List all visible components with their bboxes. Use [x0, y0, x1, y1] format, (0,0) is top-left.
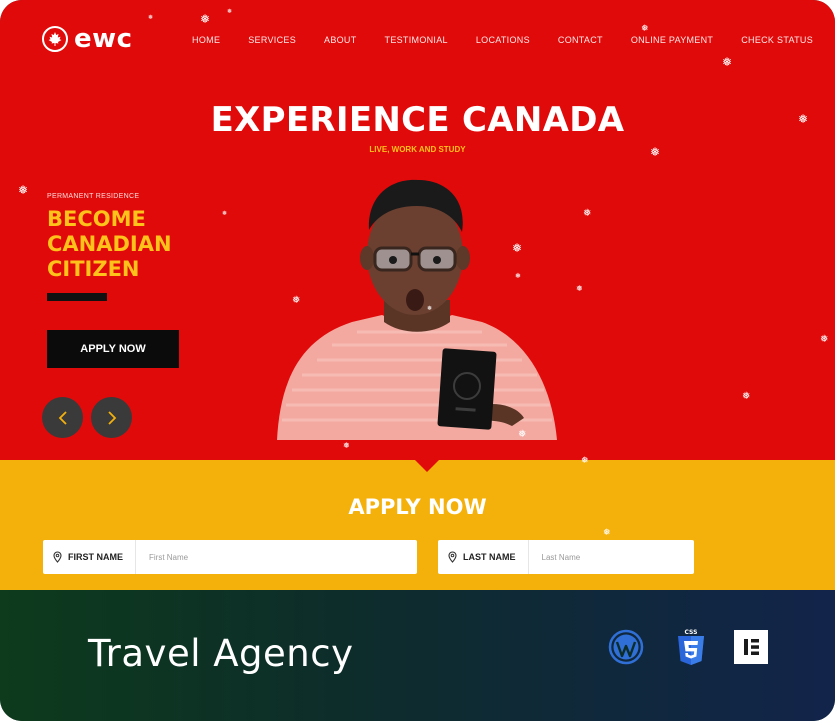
first-name-field: FIRST NAME	[43, 540, 417, 574]
nav-item-home[interactable]: HOME	[192, 35, 220, 45]
snowflake-icon: ❅	[576, 284, 583, 293]
snowflake-icon: ❅	[722, 55, 733, 69]
snowflake-icon: ❅	[650, 145, 661, 159]
logo[interactable]: ewc	[42, 24, 133, 54]
snowflake-icon: ❅	[512, 241, 523, 255]
last-name-label-text: LAST NAME	[463, 552, 516, 562]
nav-item-online-payment[interactable]: ONLINE PAYMENT	[631, 35, 713, 45]
apply-now-button[interactable]: APPLY NOW	[47, 330, 179, 368]
logo-text: ewc	[74, 24, 133, 54]
snowflake-icon: ❅	[292, 295, 301, 306]
css3-icon: CSS	[678, 629, 704, 665]
headline-underline	[47, 293, 107, 301]
first-name-input[interactable]	[136, 540, 417, 574]
section-notch	[415, 460, 439, 472]
nav-item-testimonial[interactable]: TESTIMONIAL	[385, 35, 448, 45]
page-frame: ewc HOME SERVICES ABOUT TESTIMONIAL LOCA…	[0, 0, 835, 721]
snowflake-icon: ❅	[515, 273, 521, 280]
first-name-label: FIRST NAME	[43, 540, 136, 574]
snowflake-icon: ❅	[603, 527, 611, 537]
slider-prev-button[interactable]	[42, 397, 83, 438]
slide-headline: BECOME CANADIAN CITIZEN	[47, 207, 247, 282]
form-title: APPLY NOW	[348, 495, 487, 519]
snowflake-icon: ❅	[200, 12, 211, 26]
map-pin-icon	[53, 551, 62, 563]
chevron-right-icon	[107, 410, 116, 425]
slide-eyebrow: PERMANENT RESIDENCE	[47, 193, 140, 200]
last-name-field: LAST NAME	[438, 540, 694, 574]
nav-item-locations[interactable]: LOCATIONS	[476, 35, 530, 45]
snowflake-icon: ❅	[641, 23, 649, 33]
map-pin-icon	[448, 551, 457, 563]
main-nav: HOME SERVICES ABOUT TESTIMONIAL LOCATION…	[192, 35, 813, 45]
last-name-input[interactable]	[528, 540, 694, 574]
hero-title: EXPERIENCE CANADA	[210, 100, 625, 140]
last-name-label: LAST NAME	[438, 540, 529, 574]
snowflake-icon: ❅	[427, 306, 433, 312]
nav-item-about[interactable]: ABOUT	[324, 35, 357, 45]
snowflake-icon: ❅	[518, 429, 527, 440]
snowflake-icon: ❅	[798, 112, 809, 126]
first-name-label-text: FIRST NAME	[68, 552, 123, 562]
snowflake-icon: ❅	[227, 9, 233, 15]
elementor-icon	[734, 630, 768, 664]
slider-next-button[interactable]	[91, 397, 132, 438]
headline-line: CANADIAN	[47, 232, 172, 256]
snowflake-icon: ❅	[18, 183, 29, 197]
snowflake-icon: ❅	[222, 211, 228, 217]
headline-line: BECOME	[47, 207, 146, 231]
chevron-left-icon	[58, 410, 67, 425]
hero-person-image	[277, 179, 557, 440]
nav-item-contact[interactable]: CONTACT	[558, 35, 603, 45]
nav-item-services[interactable]: SERVICES	[248, 35, 296, 45]
wordpress-icon	[608, 629, 644, 665]
maple-leaf-icon	[42, 26, 68, 52]
headline-line: CITIZEN	[47, 257, 140, 281]
snowflake-icon: ❅	[343, 441, 350, 450]
snowflake-icon: ❅	[583, 208, 592, 219]
nav-item-check-status[interactable]: CHECK STATUS	[741, 35, 813, 45]
snowflake-icon: ❅	[148, 15, 154, 21]
snowflake-icon: ❅	[742, 391, 751, 402]
snowflake-icon: ❅	[820, 334, 829, 345]
header: ewc HOME SERVICES ABOUT TESTIMONIAL LOCA…	[0, 0, 835, 80]
hero-section: ewc HOME SERVICES ABOUT TESTIMONIAL LOCA…	[0, 0, 835, 460]
snowflake-icon: ❅	[581, 455, 589, 465]
css-badge-text: CSS	[685, 629, 698, 636]
hero-subtitle: LIVE, WORK AND STUDY	[369, 145, 466, 154]
footer-title: Travel Agency	[88, 632, 354, 675]
